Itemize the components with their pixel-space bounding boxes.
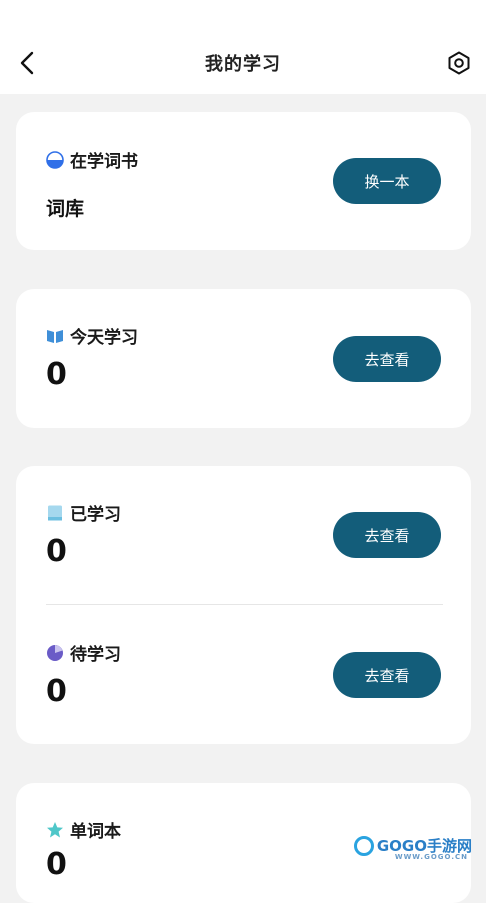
change-book-button[interactable]: 换一本 <box>333 158 441 204</box>
vocab-label-row: 单词本 <box>46 817 121 842</box>
logo-circle-icon <box>354 836 374 856</box>
vocab-label: 单词本 <box>70 817 121 842</box>
learned-label-row: 已学习 <box>46 500 121 525</box>
to-learn-label-row: 待学习 <box>46 640 121 665</box>
learned-label: 已学习 <box>70 500 121 525</box>
settings-button[interactable] <box>446 50 472 76</box>
divider <box>46 604 443 605</box>
to-learn-view-button[interactable]: 去查看 <box>333 652 441 698</box>
half-circle-icon <box>46 151 64 169</box>
current-book-card: 在学词书 词库 换一本 <box>16 112 471 250</box>
hexagon-gear-icon <box>447 51 471 75</box>
book-icon <box>46 504 64 522</box>
learned-value: 0 <box>46 534 67 569</box>
page-title: 我的学习 <box>0 50 486 76</box>
today-card: 今天学习 0 去查看 <box>16 289 471 428</box>
current-book-label: 在学词书 <box>70 147 138 172</box>
star-icon <box>46 821 64 839</box>
top-bar: 我的学习 <box>0 0 486 94</box>
today-view-button[interactable]: 去查看 <box>333 336 441 382</box>
vocab-value: 0 <box>46 847 67 882</box>
today-label: 今天学习 <box>70 323 138 348</box>
pie-icon <box>46 644 64 662</box>
today-label-row: 今天学习 <box>46 323 138 348</box>
progress-card: 已学习 0 去查看 待学习 0 去查看 <box>16 466 471 744</box>
watermark-logo: GOGO手游网 WWW.GOGO.CN <box>354 835 472 856</box>
book-open-icon <box>46 327 64 345</box>
to-learn-label: 待学习 <box>70 640 121 665</box>
current-book-label-row: 在学词书 <box>46 147 138 172</box>
to-learn-value: 0 <box>46 674 67 709</box>
watermark-sub: WWW.GOGO.CN <box>395 853 468 861</box>
current-book-value: 词库 <box>46 194 84 221</box>
learned-view-button[interactable]: 去查看 <box>333 512 441 558</box>
today-value: 0 <box>46 357 67 392</box>
